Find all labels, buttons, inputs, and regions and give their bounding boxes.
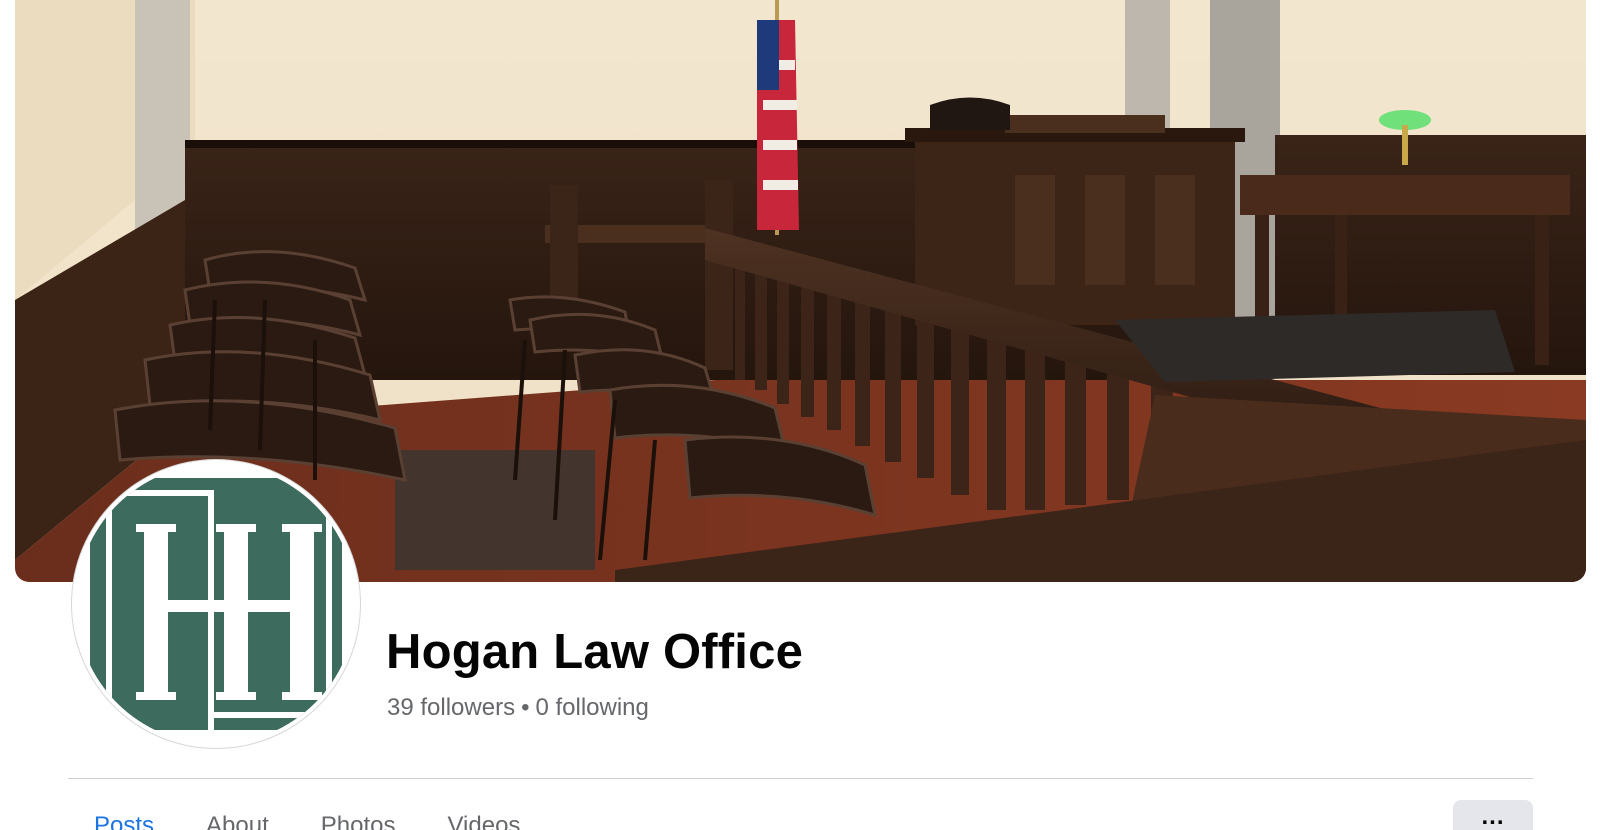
follow-stats: 39 followers • 0 following <box>387 694 649 722</box>
more-options-button[interactable]: ... <box>1453 800 1533 830</box>
header-divider <box>68 778 1533 779</box>
tab-photos[interactable]: Photos <box>295 812 422 830</box>
followers-link[interactable]: 39 followers <box>387 694 515 721</box>
hlo-logo-icon <box>76 464 356 744</box>
page: Hogan Law Office 39 followers • 0 followin… <box>0 0 1600 830</box>
tab-posts[interactable]: Posts <box>68 812 180 830</box>
page-title: Hogan Law Office <box>386 625 804 679</box>
profile-picture[interactable] <box>72 460 360 748</box>
profile-tabs: Posts About Photos Videos <box>68 812 546 830</box>
following-link[interactable]: 0 following <box>535 694 648 721</box>
more-icon: ... <box>1481 803 1505 830</box>
tab-videos[interactable]: Videos <box>421 812 546 830</box>
tab-about[interactable]: About <box>180 812 295 830</box>
avatar <box>76 464 356 744</box>
stats-separator: • <box>521 694 530 721</box>
